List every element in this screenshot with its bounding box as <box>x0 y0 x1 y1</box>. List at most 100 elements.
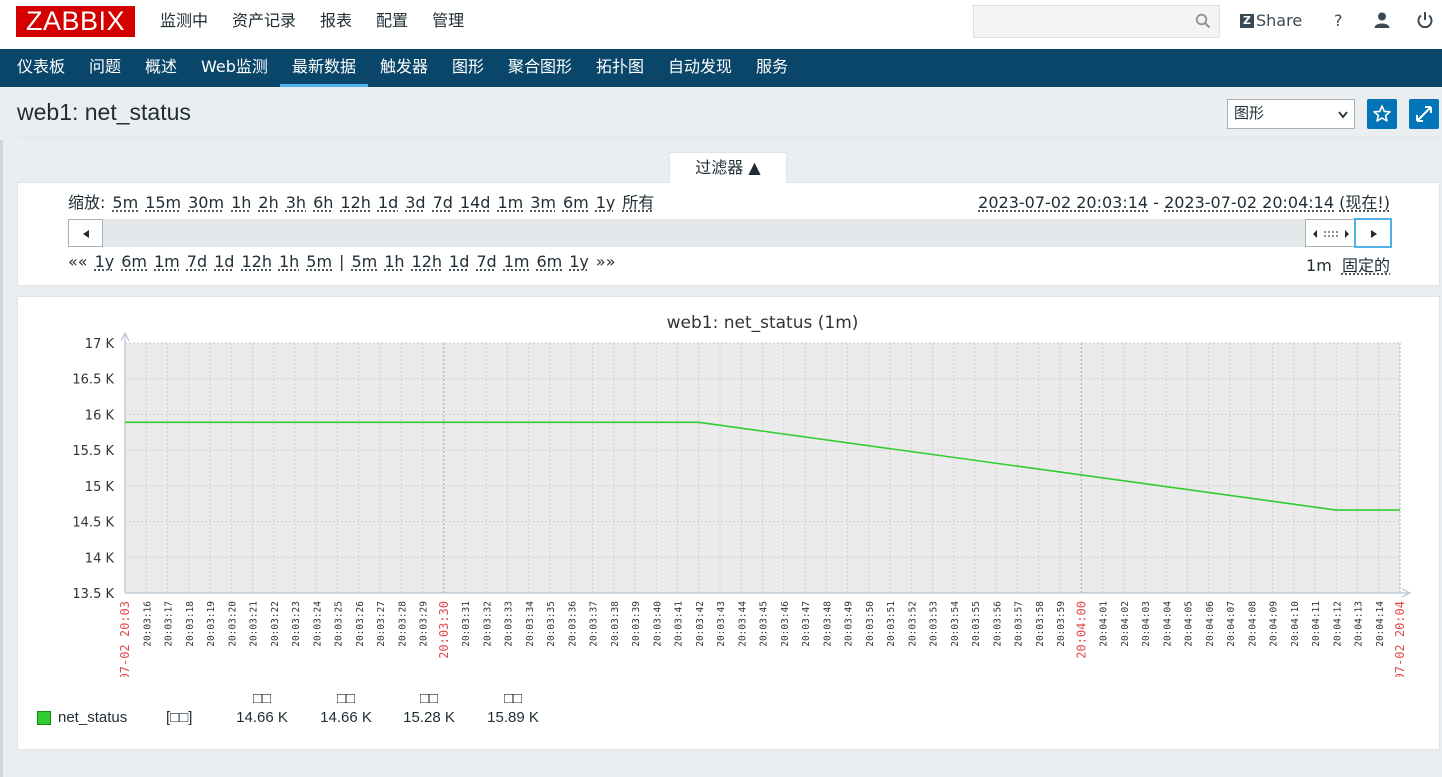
nav-fwd-option[interactable]: 12h <box>412 252 443 271</box>
share-link[interactable]: Z Share <box>1240 11 1302 30</box>
nav-fwd-option[interactable]: 1y <box>569 252 589 271</box>
nav-back-option[interactable]: 1d <box>214 252 234 271</box>
x-tick-label: 20:03:56 <box>992 601 1003 647</box>
x-tick-label: 20:04:03 <box>1141 601 1152 647</box>
x-tick-label: 20:03:54 <box>950 601 961 647</box>
legend-header-max: □□ <box>503 690 523 707</box>
x-tick-label: 20:04:13 <box>1354 601 1365 647</box>
scroll-right-button[interactable] <box>1355 219 1391 247</box>
x-tick-label: 20:03:16 <box>142 601 153 647</box>
zoom-option[interactable]: 15m <box>145 193 181 212</box>
fullscreen-button[interactable] <box>1409 99 1439 129</box>
nav-back-option[interactable]: 1h <box>279 252 299 271</box>
subnav-overview[interactable]: 概述 <box>133 49 189 87</box>
zoom-option-all[interactable]: 所有 <box>622 193 654 212</box>
x-tick-label: 20:03:33 <box>504 601 515 647</box>
subnav-problems[interactable]: 问题 <box>77 49 133 87</box>
sign-out-icon[interactable] <box>1416 11 1434 29</box>
subnav-triggers[interactable]: 触发器 <box>368 49 440 87</box>
subnav-screens[interactable]: 聚合图形 <box>496 49 584 87</box>
zoom-option[interactable]: 3d <box>405 193 425 212</box>
zoom-option[interactable]: 1d <box>378 193 398 212</box>
subnav-services[interactable]: 服务 <box>744 49 800 87</box>
nav-back-option[interactable]: 1y <box>95 252 115 271</box>
nav-configuration[interactable]: 配置 <box>364 0 420 44</box>
subnav-maps[interactable]: 拓扑图 <box>584 49 656 87</box>
x-tick-label: 20:03:41 <box>674 601 685 647</box>
zoom-option[interactable]: 5m <box>112 193 138 212</box>
search-icon[interactable] <box>1195 13 1211 29</box>
help-button[interactable]: ? <box>1334 11 1343 30</box>
x-tick-label: 20:03:27 <box>376 601 387 647</box>
nav-fwd-option[interactable]: 1m <box>504 252 530 271</box>
x-tick-label: 20:03:40 <box>652 601 663 647</box>
subnav-discovery[interactable]: 自动发现 <box>656 49 744 87</box>
nav-fwd-arrows[interactable]: »» <box>596 252 616 271</box>
nav-reports[interactable]: 报表 <box>308 0 364 44</box>
nav-monitoring[interactable]: 监测中 <box>148 0 220 44</box>
nav-back-option[interactable]: 7d <box>187 252 207 271</box>
zabbix-logo[interactable]: ZABBIX <box>16 6 135 37</box>
y-tick-label: 14 K <box>85 551 115 566</box>
filter-toggle-tab[interactable]: 过滤器 ▲ <box>669 152 787 183</box>
x-tick-label: 20:03:30 <box>437 601 451 659</box>
subnav-graphs[interactable]: 图形 <box>440 49 496 87</box>
zoom-option[interactable]: 14d <box>460 193 491 212</box>
nav-inventory[interactable]: 资产记录 <box>220 0 308 44</box>
zoom-option[interactable]: 3h <box>286 193 306 212</box>
zoom-option[interactable]: 1y <box>596 193 616 212</box>
nav-back-option[interactable]: 5m <box>306 252 332 271</box>
range-now[interactable]: (现在!) <box>1339 193 1390 212</box>
range-from[interactable]: 2023-07-02 20:03:14 <box>978 193 1148 212</box>
x-tick-label: 20:03:58 <box>1035 601 1046 647</box>
zoom-option[interactable]: 2h <box>258 193 278 212</box>
fullscreen-icon <box>1416 106 1432 122</box>
zoom-option[interactable]: 3m <box>530 193 556 212</box>
zoom-option[interactable]: 1h <box>231 193 251 212</box>
view-select-value: 图形 <box>1234 105 1265 122</box>
nav-fwd-option[interactable]: 5m <box>351 252 377 271</box>
user-profile-icon[interactable] <box>1373 11 1391 29</box>
subnav-dashboard[interactable]: 仪表板 <box>5 49 77 87</box>
arrow-left-icon <box>83 230 89 238</box>
legend-value-max: 15.89 K <box>487 709 539 726</box>
nav-back-arrows[interactable]: «« <box>68 252 88 271</box>
nav-fwd-option[interactable]: 1d <box>449 252 469 271</box>
zoom-option[interactable]: 6h <box>313 193 333 212</box>
x-tick-label: 20:04:10 <box>1290 601 1301 647</box>
timeline-handle[interactable] <box>1305 219 1355 247</box>
nav-fwd-option[interactable]: 6m <box>536 252 562 271</box>
fixed-toggle[interactable]: 固定的 <box>1342 256 1390 275</box>
y-tick-label: 17 K <box>85 337 115 352</box>
zoom-option[interactable]: 7d <box>433 193 453 212</box>
legend-value-last: 14.66 K <box>236 709 288 726</box>
y-tick-label: 15.5 K <box>72 444 114 459</box>
nav-back-option[interactable]: 1m <box>154 252 180 271</box>
net-status-chart[interactable]: web1: net_status (1m) 07-02 20:03 20:03:16… <box>18 297 1439 677</box>
nav-back-option[interactable]: 12h <box>241 252 272 271</box>
nav-back-option[interactable]: 6m <box>121 252 147 271</box>
main-nav: 监测中 资产记录 报表 配置 管理 <box>148 0 476 44</box>
scroll-left-button[interactable] <box>68 219 103 247</box>
zoom-option[interactable]: 30m <box>188 193 224 212</box>
subnav-latest-data[interactable]: 最新数据 <box>279 49 368 87</box>
subnav-web[interactable]: Web监测 <box>189 49 280 87</box>
zoom-option[interactable]: 1m <box>497 193 523 212</box>
nav-fwd-option[interactable]: 7d <box>476 252 496 271</box>
add-favourite-button[interactable] <box>1367 99 1397 129</box>
legend-value-avg: 15.28 K <box>403 709 455 726</box>
range-to[interactable]: 2023-07-02 20:04:14 <box>1164 193 1334 212</box>
x-tick-label: 20:03:52 <box>907 601 918 647</box>
graph-panel: web1: net_status (1m) 07-02 20:03 20:03:16… <box>17 296 1440 750</box>
zoom-option[interactable]: 6m <box>563 193 589 212</box>
x-tick-label: 20:04:02 <box>1120 601 1131 647</box>
window-left-edge <box>0 140 3 777</box>
resize-handle-icon <box>1313 230 1349 238</box>
nav-fwd-option[interactable]: 1h <box>384 252 404 271</box>
x-tick-label: 20:03:42 <box>695 601 706 647</box>
timeline-scrollbar[interactable] <box>68 219 1391 247</box>
view-select[interactable]: 图形 <box>1227 99 1355 129</box>
nav-administration[interactable]: 管理 <box>420 0 476 44</box>
zoom-option[interactable]: 12h <box>340 193 371 212</box>
search-input[interactable] <box>973 5 1220 38</box>
